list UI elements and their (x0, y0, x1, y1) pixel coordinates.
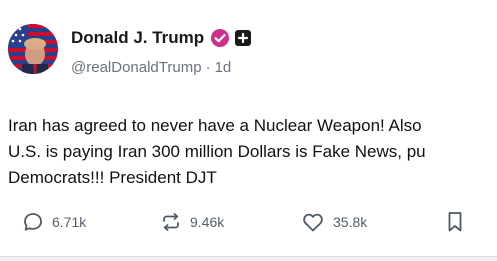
avatar[interactable] (8, 24, 58, 74)
reply-bubble-icon (24, 213, 42, 231)
post-text-line: Democrats!!! President DJT (8, 168, 217, 187)
like-count: 35.8k (333, 214, 368, 230)
heart-icon (303, 213, 323, 232)
plus-badge-icon (234, 29, 252, 47)
post-card[interactable]: Donald J. Trump @realDonaldTrump · 1d Iran… (0, 0, 497, 257)
repost-button[interactable]: 9.46k (160, 207, 224, 237)
handle[interactable]: @realDonaldTrump (71, 59, 202, 76)
reply-count: 6.71k (52, 214, 87, 230)
display-name[interactable]: Donald J. Trump (71, 28, 204, 48)
post-text-line: U.S. is paying Iran 300 million Dollars … (8, 142, 426, 161)
author-row: Donald J. Trump (71, 28, 252, 48)
repost-count: 9.46k (190, 214, 225, 230)
bookmark-icon (448, 212, 462, 232)
like-button[interactable]: 35.8k (301, 207, 367, 237)
timestamp[interactable]: 1d (215, 59, 232, 76)
action-bar: 6.71k 9.46k 35.8k (0, 207, 497, 237)
post-body: Iran has agreed to never have a Nuclear … (8, 113, 497, 191)
handle-separator: · (205, 59, 211, 76)
post-text-line: Iran has agreed to never have a Nuclear … (8, 116, 422, 135)
reply-button[interactable]: 6.71k (22, 207, 86, 237)
handle-row: @realDonaldTrump · 1d (71, 59, 231, 76)
repost-arrows-icon (163, 213, 179, 231)
verified-badge-icon (210, 28, 230, 48)
bookmark-button[interactable] (445, 207, 465, 237)
